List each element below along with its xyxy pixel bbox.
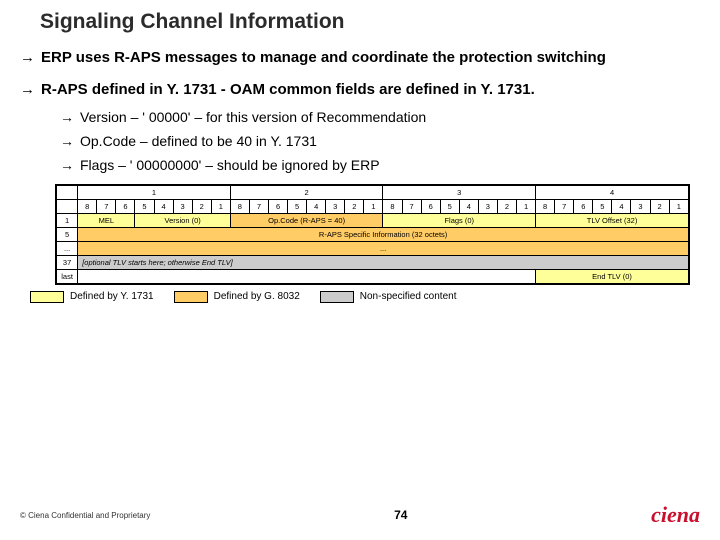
bit-label: 3 <box>326 199 345 213</box>
field-tlvoffset: TLV Offset (32) <box>536 213 689 227</box>
table-row: last End TLV (0) <box>57 269 689 283</box>
field-opcode: Op.Code (R-APS = 40) <box>230 213 383 227</box>
row-label: ... <box>57 241 78 255</box>
table-row: 1 2 3 4 <box>57 185 689 199</box>
bullet-list: → ERP uses R-APS messages to manage and … <box>0 34 720 178</box>
arrow-icon: → <box>10 48 41 68</box>
bit-label: 4 <box>307 199 326 213</box>
field-rapsinfo: R-APS Specific Information (32 octets) <box>78 227 689 241</box>
bit-label: 4 <box>154 199 173 213</box>
bit-label: 6 <box>574 199 593 213</box>
ciena-logo: ciena <box>651 502 700 528</box>
table-row: 1 MEL Version (0) Op.Code (R-APS = 40) F… <box>57 213 689 227</box>
legend-y1731: Defined by Y. 1731 <box>30 291 154 303</box>
row-label: 37 <box>57 255 78 269</box>
byte-col-1: 1 <box>78 185 231 199</box>
page-number: 74 <box>394 508 407 522</box>
bit-label: 6 <box>268 199 287 213</box>
byte-col-2: 2 <box>230 185 383 199</box>
bit-label: 5 <box>593 199 612 213</box>
bullet-1: → ERP uses R-APS messages to manage and … <box>10 42 720 74</box>
bit-label: 2 <box>650 199 669 213</box>
legend: Defined by Y. 1731 Defined by G. 8032 No… <box>30 291 720 303</box>
pdu-table: 1 2 3 4 8 7 6 5 4 3 2 1 8 7 6 5 4 3 2 1 … <box>55 184 690 285</box>
swatch-orange <box>174 291 208 303</box>
bit-label: 5 <box>440 199 459 213</box>
row-label: 1 <box>57 213 78 227</box>
legend-g8032: Defined by G. 8032 <box>174 291 300 303</box>
byte-col-3: 3 <box>383 185 536 199</box>
bullet-2-text: R-APS defined in Y. 1731 - OAM common fi… <box>41 80 535 100</box>
bit-label: 3 <box>631 199 650 213</box>
legend-nonspec: Non-specified content <box>320 291 457 303</box>
arrow-icon: → <box>10 132 80 150</box>
bit-label: 8 <box>536 199 555 213</box>
bit-label: 4 <box>459 199 478 213</box>
field-optional-tlv: [optional TLV starts here; otherwise End… <box>78 255 689 269</box>
bit-label: 1 <box>669 199 688 213</box>
arrow-icon: → <box>10 156 80 174</box>
arrow-icon: → <box>10 108 80 126</box>
legend-y1731-label: Defined by Y. 1731 <box>70 291 154 302</box>
bit-label: 2 <box>345 199 364 213</box>
sub-1-text: Version – ' 00000' – for this version of… <box>80 108 426 126</box>
bit-label: 1 <box>364 199 383 213</box>
bit-label: 2 <box>192 199 211 213</box>
arrow-icon: → <box>10 80 41 100</box>
table-row: 5 R-APS Specific Information (32 octets) <box>57 227 689 241</box>
field-end-tlv: End TLV (0) <box>536 269 689 283</box>
bit-label: 3 <box>478 199 497 213</box>
table-row: 8 7 6 5 4 3 2 1 8 7 6 5 4 3 2 1 8 7 6 5 … <box>57 199 689 213</box>
field-flags: Flags (0) <box>383 213 536 227</box>
swatch-yellow <box>30 291 64 303</box>
bit-label: 1 <box>211 199 230 213</box>
bit-label: 1 <box>517 199 536 213</box>
table-row: ... ... <box>57 241 689 255</box>
footer: © Ciena Confidential and Proprietary 74 … <box>20 502 700 528</box>
bullet-2: → R-APS defined in Y. 1731 - OAM common … <box>10 74 720 106</box>
bit-label: 8 <box>230 199 249 213</box>
bit-label: 6 <box>116 199 135 213</box>
field-version: Version (0) <box>135 213 230 227</box>
bit-label: 4 <box>612 199 631 213</box>
field-ellipsis: ... <box>78 241 689 255</box>
bit-label: 5 <box>135 199 154 213</box>
sub-2-text: Op.Code – defined to be 40 in Y. 1731 <box>80 132 317 150</box>
byte-col-4: 4 <box>536 185 689 199</box>
page-title: Signaling Channel Information <box>0 0 720 34</box>
legend-g8032-label: Defined by G. 8032 <box>214 291 300 302</box>
copyright: © Ciena Confidential and Proprietary <box>20 511 150 520</box>
sub-bullet-1: → Version – ' 00000' – for this version … <box>10 105 720 129</box>
bit-label: 8 <box>78 199 97 213</box>
row-label: 5 <box>57 227 78 241</box>
legend-nonspec-label: Non-specified content <box>360 291 457 302</box>
bit-label: 7 <box>402 199 421 213</box>
bit-label: 3 <box>173 199 192 213</box>
table-row: 37 [optional TLV starts here; otherwise … <box>57 255 689 269</box>
sub-3-text: Flags – ' 00000000' – should be ignored … <box>80 156 380 174</box>
bit-label: 6 <box>421 199 440 213</box>
bit-label: 7 <box>555 199 574 213</box>
bit-label: 2 <box>497 199 516 213</box>
sub-bullet-2: → Op.Code – defined to be 40 in Y. 1731 <box>10 129 720 153</box>
bit-label: 7 <box>97 199 116 213</box>
field-mel: MEL <box>78 213 135 227</box>
bullet-1-text: ERP uses R-APS messages to manage and co… <box>41 48 606 68</box>
bit-label: 8 <box>383 199 402 213</box>
bit-label: 5 <box>288 199 307 213</box>
swatch-grey <box>320 291 354 303</box>
row-label: last <box>57 269 78 283</box>
sub-bullet-3: → Flags – ' 00000000' – should be ignore… <box>10 153 720 177</box>
bit-label: 7 <box>249 199 268 213</box>
